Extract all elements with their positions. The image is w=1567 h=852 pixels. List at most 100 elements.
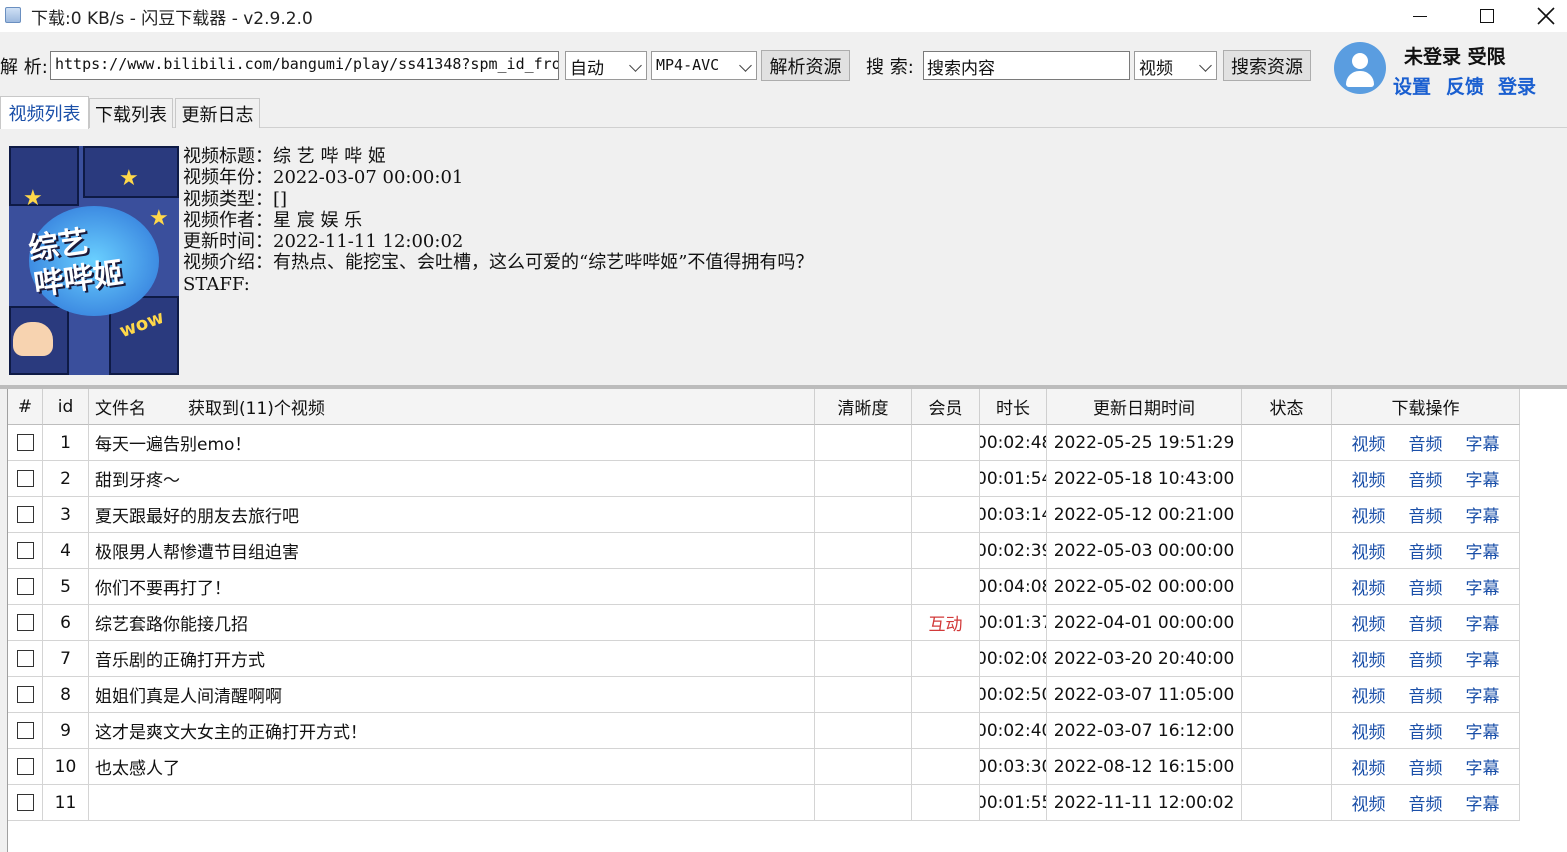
- download-subtitle-link[interactable]: 字幕: [1466, 790, 1500, 815]
- header-id[interactable]: id: [43, 389, 89, 425]
- header-duration[interactable]: 时长: [980, 389, 1047, 425]
- table-row[interactable]: 1每天一遍告别emo！ 00:02:482022-05-25 19:51:29 视频…: [8, 425, 1520, 461]
- chevron-down-icon: [629, 59, 642, 72]
- tab-video-list[interactable]: 视频列表: [0, 96, 89, 129]
- table-row[interactable]: 5你们不要再打了！ 00:04:082022-05-02 00:00:00 视频音频…: [8, 569, 1520, 605]
- table-row[interactable]: 4极限男人帮惨遭节目组迫害 00:02:392022-05-03 00:00:00…: [8, 533, 1520, 569]
- table-row[interactable]: 3夏天跟最好的朋友去旅行吧 00:03:142022-05-12 00:21:00…: [8, 497, 1520, 533]
- download-video-link[interactable]: 视频: [1352, 754, 1386, 779]
- settings-link[interactable]: 设置: [1393, 72, 1431, 99]
- download-subtitle-link[interactable]: 字幕: [1466, 430, 1500, 455]
- video-info-panel: 综艺 哔哔姬 ★ ★ ★ wow 视频标题：综 艺 哔 哔 姬 视频年份：202…: [0, 129, 1567, 386]
- close-button[interactable]: [1524, 0, 1567, 32]
- tab-download-list[interactable]: 下载列表: [89, 98, 173, 128]
- download-audio-link[interactable]: 音频: [1409, 646, 1443, 671]
- download-subtitle-link[interactable]: 字幕: [1466, 754, 1500, 779]
- search-button[interactable]: 搜索资源: [1223, 50, 1311, 81]
- table-row[interactable]: 9这才是爽文大女主的正确打开方式！ 00:02:402022-03-07 16:1…: [8, 713, 1520, 749]
- row-checkbox[interactable]: [16, 794, 34, 811]
- feedback-link[interactable]: 反馈: [1446, 72, 1484, 99]
- tab-bar: 视频列表 下载列表 更新日志: [0, 96, 1567, 129]
- download-video-link[interactable]: 视频: [1352, 646, 1386, 671]
- row-select-cell: [8, 749, 43, 785]
- table-row[interactable]: 8姐姐们真是人间清醒啊啊 00:02:502022-03-07 11:05:00 视…: [8, 677, 1520, 713]
- row-checkbox[interactable]: [16, 470, 34, 487]
- download-audio-link[interactable]: 音频: [1409, 466, 1443, 491]
- table-row[interactable]: 7音乐剧的正确打开方式 00:02:082022-03-20 20:40:00 视频…: [8, 641, 1520, 677]
- row-updated: 2022-05-25 19:51:29: [1047, 425, 1242, 461]
- download-subtitle-link[interactable]: 字幕: [1466, 574, 1500, 599]
- download-video-link[interactable]: 视频: [1352, 466, 1386, 491]
- download-video-link[interactable]: 视频: [1352, 790, 1386, 815]
- row-checkbox[interactable]: [16, 506, 34, 523]
- download-video-link[interactable]: 视频: [1352, 610, 1386, 635]
- row-quality: [815, 677, 912, 713]
- header-quality[interactable]: 清晰度: [815, 389, 912, 425]
- download-video-link[interactable]: 视频: [1352, 574, 1386, 599]
- table-row[interactable]: 6综艺套路你能接几招 互动00:01:372022-04-01 00:00:00 视…: [8, 605, 1520, 641]
- download-video-link[interactable]: 视频: [1352, 430, 1386, 455]
- download-audio-link[interactable]: 音频: [1409, 574, 1443, 599]
- download-audio-link[interactable]: 音频: [1409, 610, 1443, 635]
- row-select-cell: [8, 605, 43, 641]
- download-audio-link[interactable]: 音频: [1409, 754, 1443, 779]
- avatar[interactable]: [1334, 42, 1386, 94]
- login-link[interactable]: 登录: [1498, 72, 1536, 99]
- header-actions[interactable]: 下载操作: [1332, 389, 1520, 425]
- row-id: 8: [43, 677, 89, 713]
- maximize-button[interactable]: [1457, 0, 1517, 32]
- search-type-select[interactable]: 视频: [1134, 51, 1217, 80]
- row-checkbox[interactable]: [16, 686, 34, 703]
- minimize-button[interactable]: [1390, 0, 1450, 32]
- download-subtitle-link[interactable]: 字幕: [1466, 610, 1500, 635]
- url-input[interactable]: https://www.bilibili.com/bangumi/play/ss…: [50, 51, 559, 80]
- download-subtitle-link[interactable]: 字幕: [1466, 718, 1500, 743]
- row-select-cell: [8, 713, 43, 749]
- table-row[interactable]: 11 00:01:552022-11-11 12:00:02 视频音频字幕: [8, 785, 1520, 821]
- download-audio-link[interactable]: 音频: [1409, 430, 1443, 455]
- video-author: 视频作者：星 宸 娱 乐: [183, 209, 363, 231]
- row-quality: [815, 785, 912, 821]
- row-checkbox[interactable]: [16, 542, 34, 559]
- search-input[interactable]: 搜索内容: [923, 51, 1130, 80]
- header-status[interactable]: 状态: [1242, 389, 1332, 425]
- download-subtitle-link[interactable]: 字幕: [1466, 646, 1500, 671]
- download-subtitle-link[interactable]: 字幕: [1466, 466, 1500, 491]
- row-checkbox[interactable]: [16, 758, 34, 775]
- row-status: [1242, 785, 1332, 821]
- download-video-link[interactable]: 视频: [1352, 502, 1386, 527]
- row-status: [1242, 605, 1332, 641]
- table-row[interactable]: 10也太感人了 00:03:302022-08-12 16:15:00 视频音频字幕: [8, 749, 1520, 785]
- header-updated[interactable]: 更新日期时间: [1047, 389, 1242, 425]
- parse-button[interactable]: 解析资源: [761, 50, 850, 81]
- row-updated: 2022-05-12 00:21:00: [1047, 497, 1242, 533]
- row-select-cell: [8, 533, 43, 569]
- row-checkbox[interactable]: [16, 614, 34, 631]
- download-video-link[interactable]: 视频: [1352, 682, 1386, 707]
- table-row[interactable]: 2甜到牙疼～ 00:01:542022-05-18 10:43:00 视频音频字幕: [8, 461, 1520, 497]
- codec-select[interactable]: MP4-AVC: [651, 51, 757, 80]
- row-actions: 视频 音频 字幕: [1332, 785, 1520, 821]
- download-audio-link[interactable]: 音频: [1409, 502, 1443, 527]
- row-actions: 视频 音频 字幕: [1332, 641, 1520, 677]
- download-audio-link[interactable]: 音频: [1409, 790, 1443, 815]
- download-subtitle-link[interactable]: 字幕: [1466, 502, 1500, 527]
- download-subtitle-link[interactable]: 字幕: [1466, 682, 1500, 707]
- header-filename[interactable]: 文件名 获取到(11)个视频: [89, 389, 815, 425]
- row-checkbox[interactable]: [16, 434, 34, 451]
- download-audio-link[interactable]: 音频: [1409, 682, 1443, 707]
- row-updated: 2022-03-07 16:12:00: [1047, 713, 1242, 749]
- header-hash[interactable]: #: [8, 389, 43, 425]
- mode-select[interactable]: 自动: [565, 51, 647, 80]
- tab-changelog[interactable]: 更新日志: [175, 98, 260, 128]
- download-video-link[interactable]: 视频: [1352, 718, 1386, 743]
- row-id: 4: [43, 533, 89, 569]
- download-subtitle-link[interactable]: 字幕: [1466, 538, 1500, 563]
- download-video-link[interactable]: 视频: [1352, 538, 1386, 563]
- row-checkbox[interactable]: [16, 650, 34, 667]
- row-checkbox[interactable]: [16, 722, 34, 739]
- download-audio-link[interactable]: 音频: [1409, 718, 1443, 743]
- download-audio-link[interactable]: 音频: [1409, 538, 1443, 563]
- row-checkbox[interactable]: [16, 578, 34, 595]
- header-member[interactable]: 会员: [912, 389, 980, 425]
